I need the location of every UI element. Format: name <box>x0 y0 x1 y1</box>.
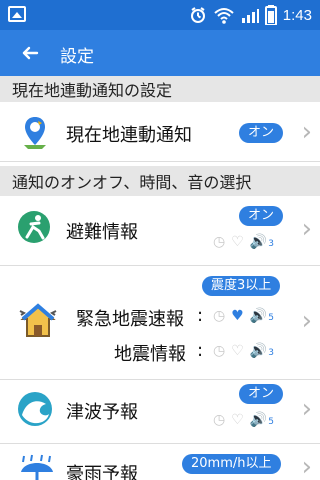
image-icon <box>8 6 26 22</box>
volume-icon: 🔊 5 <box>249 412 274 428</box>
heart-icon: ♡ <box>231 343 244 359</box>
row-settings: ◷ ♡ 🔊 3 <box>213 234 274 250</box>
status-badge: 20mm/h以上 <box>182 454 281 474</box>
signal-icon <box>241 9 259 23</box>
row-label: 津波予報 <box>66 402 138 423</box>
back-button[interactable] <box>16 40 44 66</box>
row-settings-1: ◷ ♥ 🔊 5 <box>213 308 274 324</box>
heart-icon: ♡ <box>231 234 244 250</box>
heart-icon: ♡ <box>231 412 244 428</box>
tsunami-icon <box>18 392 52 426</box>
evacuation-icon <box>18 211 50 243</box>
section-title: 通知のオンオフ、時間、音の選択 <box>12 173 252 192</box>
umbrella-rain-icon <box>21 454 53 480</box>
section-header-location: 現在地連動通知の設定 <box>0 76 320 102</box>
row-label: 豪雨予報 <box>66 464 138 480</box>
status-icons: 1:43 <box>189 4 312 26</box>
row-label: 現在地連動通知 <box>66 125 192 146</box>
section-title: 現在地連動通知の設定 <box>12 81 173 100</box>
volume-icon: 🔊 3 <box>249 234 274 250</box>
status-badge: オン <box>239 123 284 143</box>
row-evacuation[interactable]: 避難情報 オン ◷ ♡ 🔊 3 › <box>0 196 320 266</box>
chevron-right-icon: › <box>301 394 312 424</box>
clock-icon: ◷ <box>213 308 226 324</box>
clock-icon: ◷ <box>213 343 226 359</box>
row-tsunami[interactable]: 津波予報 オン ◷ ♡ 🔊 5 › <box>0 380 320 444</box>
volume-icon: 🔊 5 <box>249 308 274 324</box>
status-bar: 1:43 <box>0 0 320 30</box>
location-pin-icon <box>24 117 46 149</box>
row-settings: ◷ ♡ 🔊 5 <box>213 412 274 428</box>
page-title: 設定 <box>60 47 94 67</box>
status-time: 1:43 <box>282 6 312 24</box>
row-label-2-colon: : <box>197 340 204 361</box>
alarm-icon <box>190 7 205 23</box>
row-earthquake[interactable]: 緊急地震速報 : 地震情報 : 震度3以上 ◷ ♥ 🔊 5 ◷ ♡ 🔊 3 › <box>0 266 320 380</box>
wifi-icon <box>214 8 234 24</box>
chevron-right-icon: › <box>301 306 312 336</box>
row-current-location[interactable]: 現在地連動通知 オン › <box>0 102 320 162</box>
row-label: 避難情報 <box>66 222 138 243</box>
clock-icon: ◷ <box>213 412 226 428</box>
status-badge: オン <box>239 384 284 404</box>
earthquake-house-icon <box>19 303 57 337</box>
status-badge: オン <box>239 206 284 226</box>
app-bar: 設定 <box>0 30 320 76</box>
volume-icon: 🔊 3 <box>249 343 274 359</box>
arrow-left-icon <box>22 46 39 60</box>
row-label-2: 地震情報 <box>114 344 186 365</box>
clock-icon: ◷ <box>213 234 226 250</box>
battery-icon <box>264 5 277 25</box>
heart-icon: ♥ <box>231 308 244 324</box>
row-label-1: 緊急地震速報 <box>76 309 184 330</box>
status-badge: 震度3以上 <box>202 276 281 296</box>
row-heavy-rain[interactable]: 豪雨予報 20mm/h以上 › <box>0 444 320 480</box>
section-header-notify: 通知のオンオフ、時間、音の選択 <box>0 166 320 196</box>
chevron-right-icon: › <box>301 214 312 244</box>
chevron-right-icon: › <box>301 452 312 480</box>
row-label-1-colon: : <box>197 305 204 326</box>
row-settings-2: ◷ ♡ 🔊 3 <box>213 343 274 359</box>
chevron-right-icon: › <box>301 117 312 147</box>
